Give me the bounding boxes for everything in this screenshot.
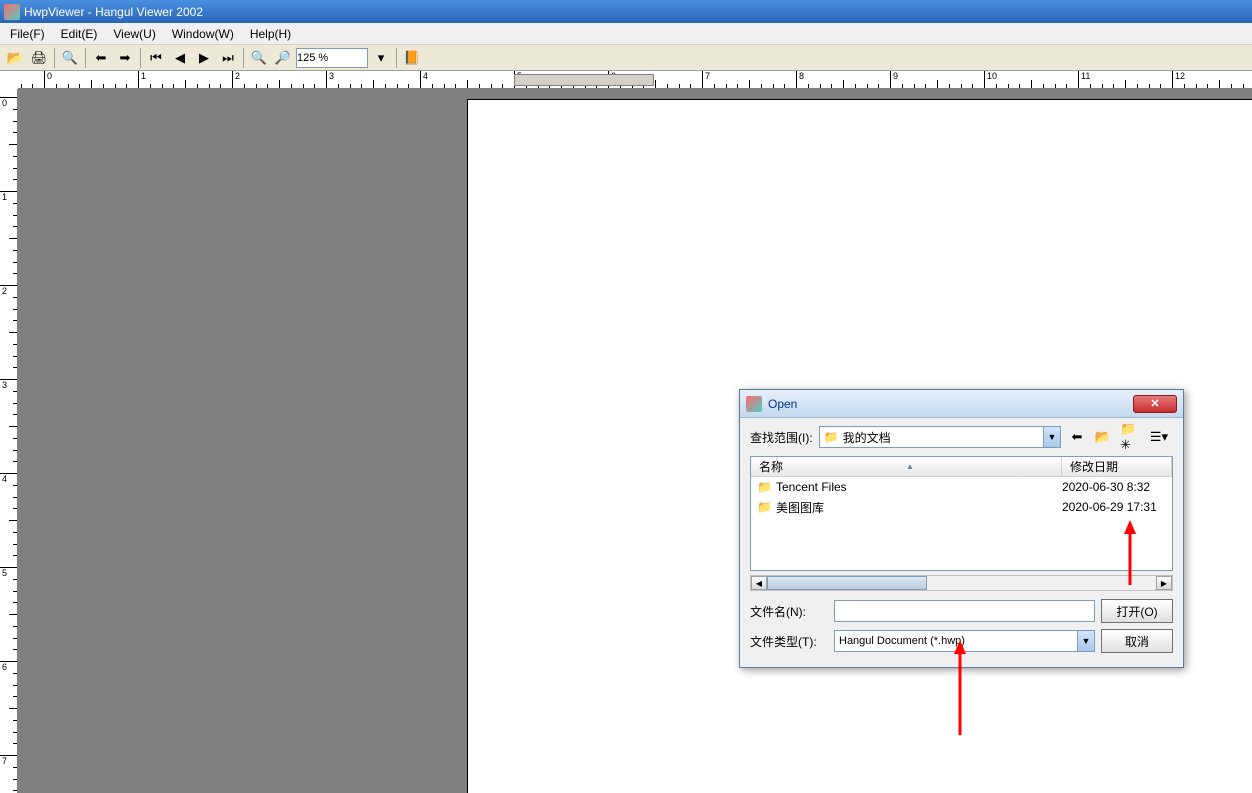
prev-page-icon[interactable]: ◀ bbox=[169, 47, 191, 69]
app-icon bbox=[4, 4, 20, 20]
file-date: 2020-06-30 8:32 bbox=[1062, 480, 1166, 494]
open-dialog: Open ✕ 查找范围(I): 📁 我的文档 ▼ ⬅ 📂 📁✳ ☰▾ 名称 ▲ bbox=[739, 389, 1184, 668]
cancel-button[interactable]: 取消 bbox=[1101, 629, 1173, 653]
arrow-left-icon[interactable]: ⬅ bbox=[90, 47, 112, 69]
scroll-right-icon[interactable]: ▶ bbox=[1156, 576, 1172, 590]
filename-label: 文件名(N): bbox=[750, 603, 828, 620]
filetype-label: 文件类型(T): bbox=[750, 633, 828, 650]
open-button[interactable]: 打开(O) bbox=[1101, 599, 1173, 623]
filetype-combo[interactable]: Hangul Document (*.hwp) ▼ bbox=[834, 630, 1095, 652]
list-item[interactable]: 📁 美图图库 2020-06-29 17:31 bbox=[751, 497, 1172, 517]
list-item[interactable]: 📁 Tencent Files 2020-06-30 8:32 bbox=[751, 477, 1172, 497]
back-icon[interactable]: ⬅ bbox=[1067, 427, 1087, 447]
column-date[interactable]: 修改日期 bbox=[1062, 457, 1172, 476]
separator bbox=[54, 48, 55, 68]
menu-file[interactable]: File(F) bbox=[2, 25, 53, 43]
new-folder-icon[interactable]: 📁✳ bbox=[1119, 427, 1139, 447]
folder-icon: 📁 bbox=[757, 480, 772, 494]
titlebar: HwpViewer - Hangul Viewer 2002 bbox=[0, 0, 1252, 23]
up-folder-icon[interactable]: 📂 bbox=[1093, 427, 1113, 447]
find-icon[interactable]: 🔍 bbox=[59, 47, 81, 69]
lookin-label: 查找范围(I): bbox=[750, 429, 813, 446]
lookin-value: 我的文档 bbox=[843, 429, 891, 446]
folder-icon: 📁 bbox=[757, 500, 772, 514]
arrow-right-icon[interactable]: ➡ bbox=[114, 47, 136, 69]
last-page-icon[interactable]: ⏭ bbox=[217, 47, 239, 69]
horizontal-ruler: 43210123456789101112131415161718 bbox=[18, 71, 1252, 89]
close-icon[interactable]: ✕ bbox=[1133, 395, 1177, 413]
menu-help[interactable]: Help(H) bbox=[242, 25, 299, 43]
scroll-track[interactable] bbox=[767, 576, 1156, 590]
vertical-ruler: 2101234567891011121314 bbox=[0, 89, 18, 793]
dialog-titlebar[interactable]: Open ✕ bbox=[740, 390, 1183, 418]
sort-asc-icon: ▲ bbox=[906, 462, 914, 471]
separator bbox=[85, 48, 86, 68]
zoom-dropdown-icon[interactable]: ▾ bbox=[370, 47, 392, 69]
views-icon[interactable]: ☰▾ bbox=[1145, 427, 1173, 447]
menu-window[interactable]: Window(W) bbox=[164, 25, 242, 43]
filetype-value: Hangul Document (*.hwp) bbox=[839, 635, 965, 647]
zoom-in-icon[interactable]: 🔍 bbox=[248, 47, 270, 69]
separator bbox=[140, 48, 141, 68]
filename-input[interactable] bbox=[834, 600, 1095, 622]
file-name: Tencent Files bbox=[776, 480, 1062, 494]
chevron-down-icon[interactable]: ▼ bbox=[1043, 427, 1060, 447]
horizontal-scrollbar[interactable]: ◀ ▶ bbox=[750, 575, 1173, 591]
open-icon[interactable]: 📂 bbox=[4, 47, 26, 69]
separator bbox=[243, 48, 244, 68]
zoom-out-icon[interactable]: 🔎 bbox=[272, 47, 294, 69]
dialog-icon bbox=[746, 396, 762, 412]
menu-view[interactable]: View(U) bbox=[105, 25, 163, 43]
scroll-thumb[interactable] bbox=[767, 576, 927, 590]
menu-edit[interactable]: Edit(E) bbox=[53, 25, 106, 43]
toolbar: 📂 🖨 🔍 ⬅ ➡ ⏮ ◀ ▶ ⏭ 🔍 🔎 ▾ 📙 bbox=[0, 45, 1252, 71]
lookin-combo[interactable]: 📁 我的文档 ▼ bbox=[819, 426, 1061, 448]
file-name: 美图图库 bbox=[776, 499, 1062, 516]
print-icon[interactable]: 🖨 bbox=[28, 47, 50, 69]
chevron-down-icon[interactable]: ▼ bbox=[1077, 631, 1094, 651]
dialog-title-text: Open bbox=[768, 397, 1133, 411]
scroll-left-icon[interactable]: ◀ bbox=[751, 576, 767, 590]
titlebar-text: HwpViewer - Hangul Viewer 2002 bbox=[24, 5, 203, 19]
menubar: File(F) Edit(E) View(U) Window(W) Help(H… bbox=[0, 23, 1252, 45]
separator bbox=[396, 48, 397, 68]
folder-icon: 📁 bbox=[824, 430, 839, 444]
first-page-icon[interactable]: ⏮ bbox=[145, 47, 167, 69]
file-list: 名称 ▲ 修改日期 📁 Tencent Files 2020-06-30 8:3… bbox=[750, 456, 1173, 571]
file-date: 2020-06-29 17:31 bbox=[1062, 500, 1166, 514]
column-name[interactable]: 名称 ▲ bbox=[751, 457, 1062, 476]
help-icon[interactable]: 📙 bbox=[401, 47, 423, 69]
file-list-header: 名称 ▲ 修改日期 bbox=[751, 457, 1172, 477]
zoom-select[interactable] bbox=[296, 48, 368, 68]
next-page-icon[interactable]: ▶ bbox=[193, 47, 215, 69]
